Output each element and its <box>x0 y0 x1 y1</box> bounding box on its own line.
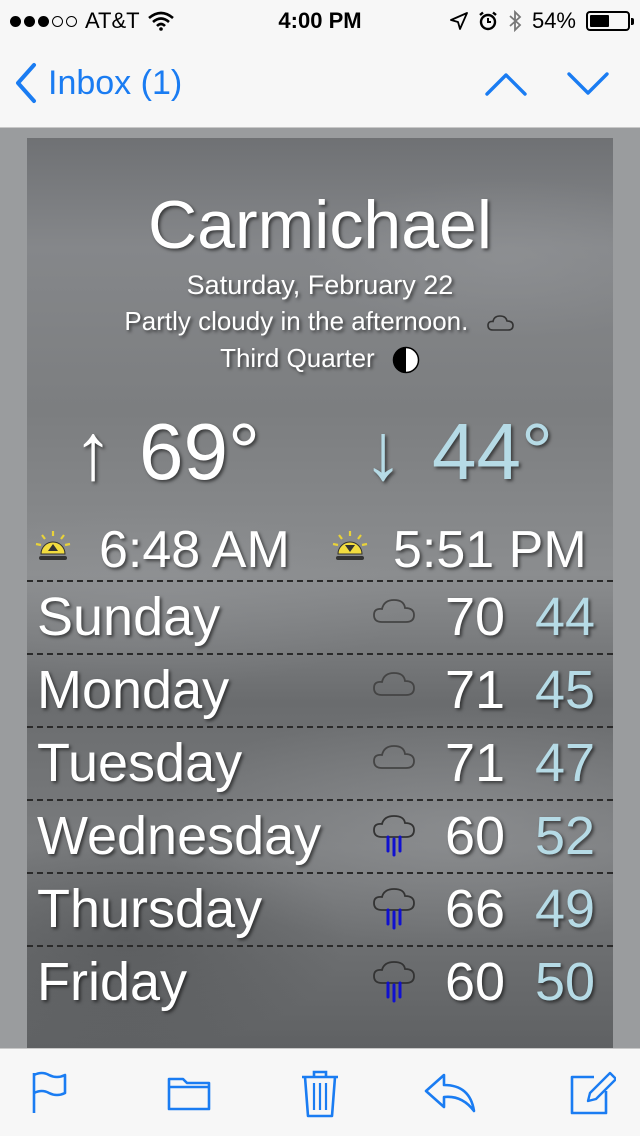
rain-icon <box>373 888 415 930</box>
forecast-high: 71 <box>445 660 506 720</box>
bottom-toolbar <box>0 1048 640 1136</box>
forecast-row: Sunday 70 44 <box>27 580 613 653</box>
back-button-label: Inbox (1) <box>48 63 183 102</box>
forecast-day: Wednesday <box>37 806 322 866</box>
sunset-icon <box>332 531 368 560</box>
moon-phase: Third Quarter <box>220 343 375 373</box>
forecast-icon <box>371 594 417 633</box>
forecast-day: Tuesday <box>37 733 243 793</box>
moon-phase-row: Third Quarter <box>27 343 613 374</box>
battery-percent: 54% <box>531 8 576 33</box>
sunrise-time: 6:48 AM <box>99 521 290 579</box>
status-right: 54% <box>450 8 634 34</box>
battery-icon <box>586 11 634 31</box>
forecast-day: Friday <box>37 952 188 1012</box>
forecast-high: 71 <box>445 733 506 793</box>
sunset-time: 5:51 PM <box>393 521 587 579</box>
forecast-low: 44 <box>535 587 596 647</box>
daily-forecast-list: Sunday 70 44 Monday 71 45 Tuesday 71 47 Wednesday… <box>27 580 613 1018</box>
forecast-high: 60 <box>445 952 506 1012</box>
forecast-row: Friday 60 50 <box>27 945 613 1018</box>
forecast-icon <box>371 740 417 779</box>
battery-level <box>590 15 610 27</box>
previous-message-button[interactable] <box>484 62 528 111</box>
forecast-row: Tuesday 71 47 <box>27 726 613 799</box>
sunrise-icon <box>35 531 71 560</box>
low-arrow: ↓ <box>363 407 403 496</box>
moon-third-quarter-icon <box>392 346 420 374</box>
forecast-icon <box>371 667 417 706</box>
forecast-row: Monday 71 45 <box>27 653 613 726</box>
flag-button[interactable] <box>30 1069 70 1120</box>
cloud-icon <box>486 315 514 331</box>
compose-icon <box>570 1071 618 1115</box>
chevron-up-icon <box>485 73 527 96</box>
chevron-left-icon <box>16 63 36 103</box>
forecast-row: Wednesday 60 52 <box>27 799 613 872</box>
forecast-icon <box>371 813 417 864</box>
low-temperature: 44° <box>432 407 553 496</box>
trash-icon <box>302 1070 338 1118</box>
folder-icon <box>167 1077 211 1111</box>
forecast-day: Sunday <box>37 587 221 647</box>
high-arrow: ↑ <box>73 407 113 496</box>
forecast-day: Thursday <box>37 879 263 939</box>
trash-button[interactable] <box>300 1069 340 1124</box>
rain-icon <box>373 961 415 1003</box>
next-message-button[interactable] <box>566 62 610 111</box>
city-name: Carmichael <box>148 187 492 263</box>
forecast-high: 70 <box>445 587 506 647</box>
high-temperature: 69° <box>139 407 260 496</box>
status-bar: AT&T 4:00 PM 54% <box>0 0 640 40</box>
weather-summary-row: Partly cloudy in the afternoon. <box>27 306 613 337</box>
nav-bar: Inbox (1) <box>0 40 640 128</box>
cloud-icon <box>373 599 415 623</box>
forecast-day: Monday <box>37 660 230 720</box>
forecast-high: 66 <box>445 879 506 939</box>
chevron-down-icon <box>567 72 609 95</box>
move-to-folder-button[interactable] <box>166 1069 212 1120</box>
weather-image: Carmichael Saturday, February 22 Partly … <box>27 138 613 1048</box>
bluetooth-icon <box>509 10 522 32</box>
forecast-low: 47 <box>535 733 596 793</box>
forecast-low: 45 <box>535 660 596 720</box>
weather-summary: Partly cloudy in the afternoon. <box>124 306 469 336</box>
alarm-icon <box>479 11 497 31</box>
forecast-low: 52 <box>535 806 596 866</box>
message-body[interactable]: Carmichael Saturday, February 22 Partly … <box>0 128 640 1048</box>
forecast-icon <box>371 959 417 1010</box>
rain-icon <box>373 815 415 857</box>
forecast-low: 49 <box>535 879 596 939</box>
cloud-icon <box>373 745 415 769</box>
forecast-low: 50 <box>535 952 596 1012</box>
forecast-row: Thursday 66 49 <box>27 872 613 945</box>
compose-button[interactable] <box>568 1069 618 1122</box>
reply-button[interactable] <box>422 1069 478 1120</box>
reply-icon <box>424 1073 476 1113</box>
forecast-icon <box>371 886 417 937</box>
flag-icon <box>32 1071 67 1113</box>
cloud-icon <box>373 672 415 696</box>
forecast-high: 60 <box>445 806 506 866</box>
location-arrow-icon <box>450 12 468 30</box>
forecast-date: Saturday, February 22 <box>186 270 454 300</box>
back-to-inbox-button[interactable]: Inbox (1) <box>14 62 182 104</box>
